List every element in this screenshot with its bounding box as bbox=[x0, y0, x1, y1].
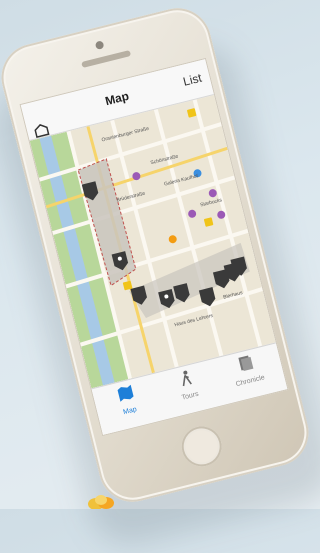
tab-chronicle[interactable]: Chronicle bbox=[215, 348, 280, 392]
street-label: Starbucks bbox=[200, 197, 224, 208]
flower-decoration bbox=[88, 495, 114, 509]
tab-label: Map bbox=[122, 406, 138, 417]
tab-map[interactable]: Map bbox=[95, 378, 160, 422]
walker-icon bbox=[182, 370, 192, 387]
tab-tours[interactable]: Tours bbox=[155, 363, 220, 407]
tab-label: Chronicle bbox=[235, 374, 266, 389]
poi-marker bbox=[208, 189, 217, 198]
street-label: Oranienburger Straße bbox=[101, 126, 150, 144]
metro-badge bbox=[187, 108, 197, 118]
list-button[interactable]: List bbox=[182, 71, 204, 89]
route-overlay bbox=[129, 242, 250, 319]
metro-badge bbox=[203, 217, 214, 227]
tab-label: Tours bbox=[181, 390, 200, 402]
map-icon bbox=[117, 384, 134, 402]
earpiece-speaker bbox=[81, 50, 132, 68]
street-label: Galeria Kaufhof bbox=[164, 173, 200, 187]
poi-marker bbox=[168, 235, 177, 244]
home-button[interactable] bbox=[177, 422, 226, 471]
book-icon bbox=[238, 355, 254, 371]
poi-marker bbox=[188, 209, 197, 218]
front-camera bbox=[94, 40, 105, 51]
